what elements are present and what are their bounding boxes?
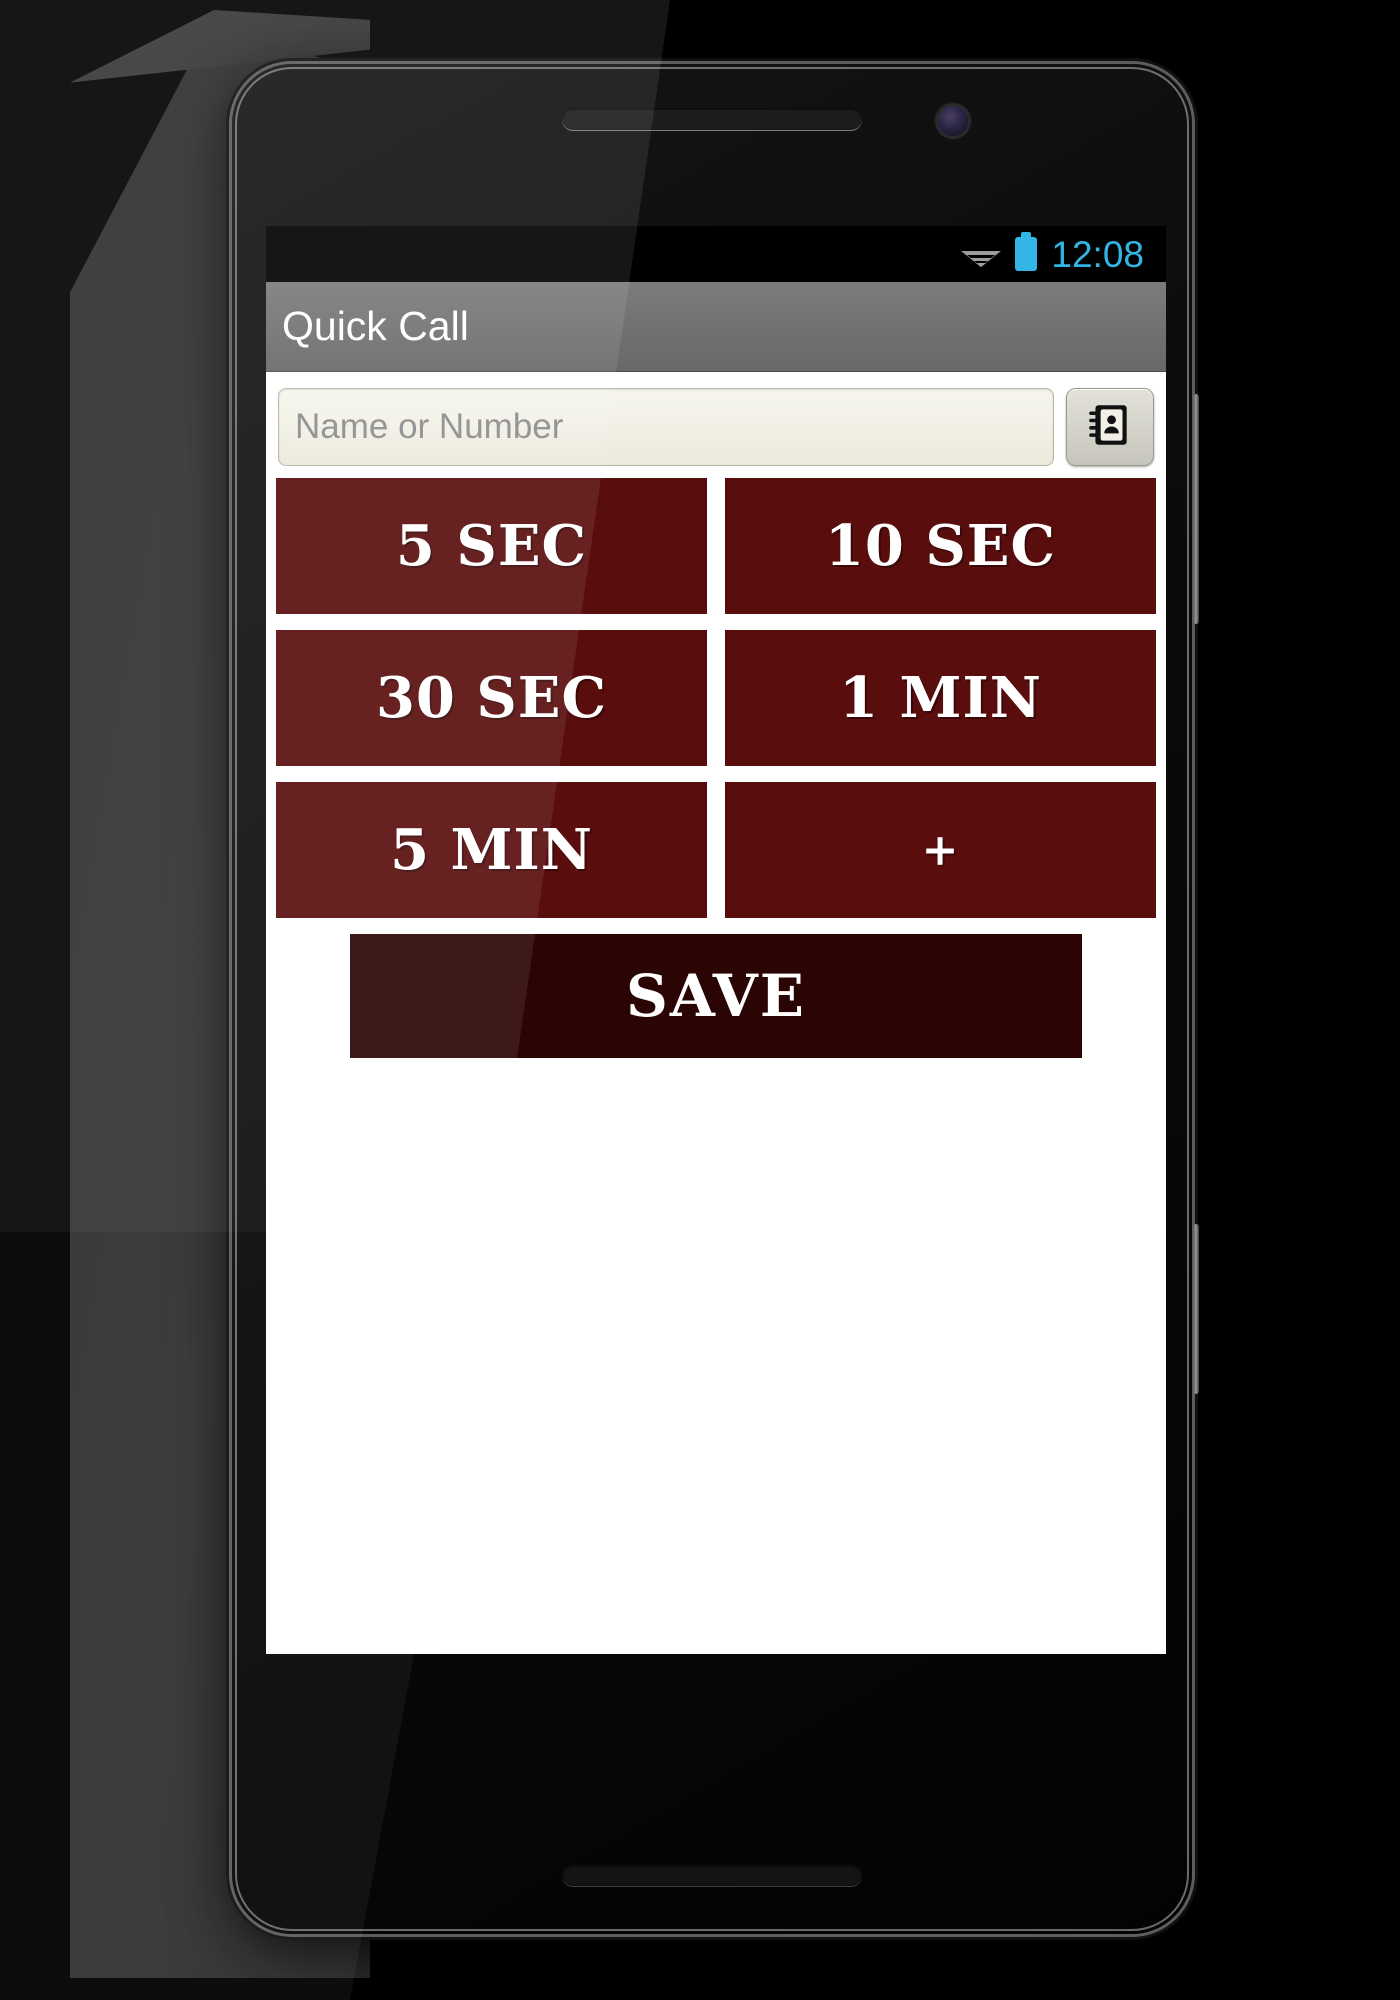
page-title: Quick Call	[282, 303, 469, 349]
bottom-speaker	[562, 1864, 862, 1886]
earpiece-speaker	[562, 108, 862, 130]
status-bar-clock: 12:08	[1051, 233, 1144, 275]
power-button[interactable]	[1193, 1224, 1199, 1394]
save-row: SAVE	[276, 934, 1156, 1058]
duration-1-min[interactable]: 1 MIN	[725, 630, 1156, 766]
action-bar: Quick Call	[266, 282, 1166, 372]
front-camera	[938, 106, 968, 136]
contacts-picker-button[interactable]	[1066, 388, 1154, 466]
duration-row-3: 5 MIN +	[276, 782, 1156, 918]
phone-device: 12:08 Quick Call Name or Number 5 SEC 10…	[232, 64, 1199, 1934]
status-bar: 12:08	[266, 226, 1166, 282]
name-or-number-input[interactable]: Name or Number	[278, 388, 1054, 466]
duration-30-sec[interactable]: 30 SEC	[276, 630, 707, 766]
duration-10-sec[interactable]: 10 SEC	[725, 478, 1156, 614]
screenshot-stage: 12:08 Quick Call Name or Number 5 SEC 10…	[0, 0, 1400, 2000]
duration-row-1: 5 SEC 10 SEC	[276, 478, 1156, 614]
name-input-row: Name or Number	[276, 382, 1156, 466]
duration-row-2: 30 SEC 1 MIN	[276, 630, 1156, 766]
duration-5-sec[interactable]: 5 SEC	[276, 478, 707, 614]
duration-button-grid: 5 SEC 10 SEC 30 SEC 1 MIN 5 MIN + SAVE	[276, 478, 1156, 1058]
phone-screen: 12:08 Quick Call Name or Number 5 SEC 10…	[266, 226, 1166, 1654]
wifi-icon	[961, 239, 1002, 269]
main-content: Name or Number 5 SEC 10 SEC 30 SEC 1 MIN…	[266, 372, 1166, 1654]
contacts-book-icon	[1085, 400, 1135, 455]
duration-add[interactable]: +	[725, 782, 1156, 918]
duration-5-min[interactable]: 5 MIN	[276, 782, 707, 918]
volume-button[interactable]	[1193, 394, 1199, 624]
battery-icon	[1015, 237, 1038, 271]
save-button[interactable]: SAVE	[350, 934, 1082, 1058]
